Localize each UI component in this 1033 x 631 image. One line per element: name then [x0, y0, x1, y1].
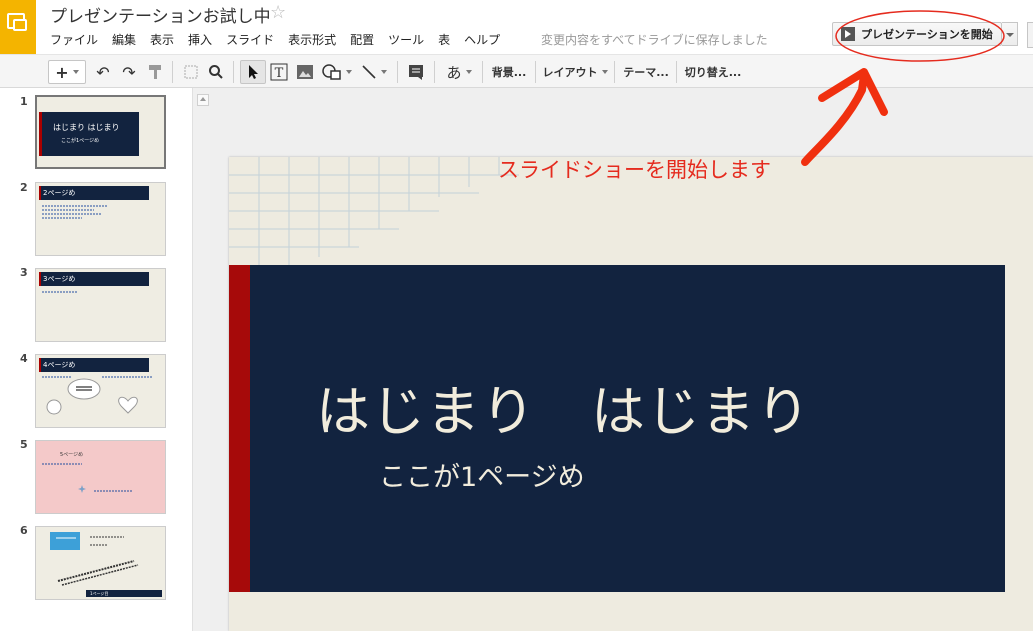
- redo-icon[interactable]: ↷: [118, 60, 140, 84]
- toolbar-divider: [233, 61, 234, 83]
- thumb-red-strip: [39, 272, 41, 286]
- plus-icon: +: [55, 62, 69, 82]
- slide-thumbnail-6[interactable]: 1ページ目: [35, 526, 166, 600]
- thumb-title: はじまり はじまり: [53, 123, 120, 132]
- toolbar-divider: [397, 61, 398, 83]
- thumb-title-box: はじまり はじまり ここが1ページめ: [39, 112, 139, 156]
- background-button[interactable]: 背景...: [488, 60, 530, 84]
- thumb-title: 2ページめ: [39, 186, 149, 200]
- slide-number: 1: [20, 95, 28, 108]
- filmstrip-scrollbar[interactable]: [192, 88, 210, 631]
- thumb-text-lines: [42, 205, 108, 219]
- save-status: 変更内容をすべてドライブに保存しました: [541, 33, 768, 47]
- chevron-down-icon: [72, 70, 79, 74]
- share-button[interactable]: [1027, 22, 1033, 48]
- menu-bar: ファイル 編集 表示 挿入 スライド 表示形式 配置 ツール 表 ヘルプ: [50, 31, 514, 49]
- line-icon[interactable]: [357, 60, 391, 84]
- select-cursor-icon[interactable]: [240, 60, 266, 84]
- slide-thumbnail-1[interactable]: はじまり はじまり ここが1ページめ: [35, 95, 166, 169]
- thumb-red-strip: [39, 186, 41, 200]
- slide-number: 5: [20, 438, 28, 451]
- slide-number: 2: [20, 181, 28, 194]
- toolbar-divider: [535, 61, 536, 83]
- svg-text:T: T: [275, 66, 284, 81]
- slide-red-accent: [229, 265, 250, 592]
- scroll-up-icon[interactable]: [197, 94, 209, 106]
- text-style-button[interactable]: あ: [441, 60, 477, 84]
- menu-view[interactable]: 表示: [150, 31, 174, 49]
- slide-thumbnail-3[interactable]: 3ページめ: [35, 268, 166, 342]
- start-presentation-button[interactable]: プレゼンテーションを開始: [832, 22, 1002, 46]
- undo-icon[interactable]: ↶: [92, 60, 114, 84]
- menu-slide[interactable]: スライド: [226, 31, 274, 49]
- thumb-subtitle: ここが1ページめ: [61, 138, 100, 144]
- thumb-shapes: [42, 463, 132, 493]
- thumb-title: 3ページめ: [39, 272, 149, 286]
- layout-label: レイアウト: [542, 66, 598, 79]
- transition-button[interactable]: 切り替え...: [682, 60, 744, 84]
- menu-table[interactable]: 表: [438, 31, 450, 49]
- slide-number: 4: [20, 352, 28, 365]
- slides-logo-icon[interactable]: [0, 0, 36, 54]
- zoom-icon[interactable]: [205, 60, 227, 84]
- thumb-red-strip: [39, 112, 42, 156]
- new-slide-button[interactable]: +: [48, 60, 86, 84]
- fit-select-icon[interactable]: [180, 60, 202, 84]
- background-label: 背景...: [491, 66, 527, 79]
- slide-subtitle[interactable]: ここが1ページめ: [379, 455, 585, 494]
- layout-button[interactable]: レイアウト: [542, 60, 608, 84]
- chevron-down-icon: [601, 70, 608, 74]
- toolbar-divider: [676, 61, 677, 83]
- slide-thumbnail-2[interactable]: 2ページめ: [35, 182, 166, 256]
- chevron-down-icon: [346, 70, 352, 74]
- slide-thumbnail-5[interactable]: 5ページめ: [35, 440, 166, 514]
- thumb-text-lines: [42, 291, 78, 293]
- menu-tools[interactable]: ツール: [388, 31, 424, 49]
- menu-edit[interactable]: 編集: [112, 31, 136, 49]
- chevron-down-icon: [381, 70, 387, 74]
- toolbar-divider: [614, 61, 615, 83]
- shape-icon[interactable]: [319, 60, 355, 84]
- slide-title[interactable]: はじまり はじまり: [316, 367, 811, 446]
- chevron-down-icon: [465, 70, 472, 74]
- toolbar-divider: [172, 61, 173, 83]
- play-icon: [841, 27, 855, 41]
- thumb-red-strip: [39, 358, 41, 372]
- text-box-icon[interactable]: T: [268, 60, 290, 84]
- toolbar-divider: [434, 61, 435, 83]
- comment-icon[interactable]: [404, 60, 428, 84]
- thumb-footer-text: 1ページ目: [90, 591, 109, 596]
- slide-filmstrip: 1 はじまり はじまり ここが1ページめ 2 2ページめ 3 3ページめ 4 4…: [0, 88, 210, 631]
- toolbar: + ↶ ↷ T あ 背景... レイアウト テーマ... 切り替え...: [0, 54, 1033, 88]
- transition-label: 切り替え...: [684, 66, 742, 79]
- current-slide[interactable]: はじまり はじまり ここが1ページめ: [229, 157, 1033, 631]
- start-presentation-label: プレゼンテーションを開始: [861, 28, 993, 41]
- image-icon[interactable]: [294, 60, 316, 84]
- menu-file[interactable]: ファイル: [50, 31, 98, 49]
- present-options-dropdown[interactable]: [1002, 22, 1018, 46]
- menu-format[interactable]: 表示形式: [288, 31, 336, 49]
- menu-insert[interactable]: 挿入: [188, 31, 212, 49]
- slide-number: 3: [20, 266, 28, 279]
- thumb-shapes: [42, 376, 152, 415]
- thumb-shapes: [56, 536, 139, 586]
- slide-number: 6: [20, 524, 28, 537]
- menu-arrange[interactable]: 配置: [350, 31, 374, 49]
- toolbar-divider: [482, 61, 483, 83]
- theme-label: テーマ...: [623, 66, 669, 79]
- paint-format-icon[interactable]: [144, 60, 166, 84]
- slide-grid-decoration: [229, 157, 519, 265]
- app-header: プレゼンテーションお試し中 ☆ ファイル 編集 表示 挿入 スライド 表示形式 …: [0, 0, 1033, 54]
- menu-help[interactable]: ヘルプ: [464, 31, 500, 49]
- document-title[interactable]: プレゼンテーションお試し中: [50, 2, 271, 27]
- theme-button[interactable]: テーマ...: [620, 60, 672, 84]
- slide-thumbnail-4[interactable]: 4ページめ: [35, 354, 166, 428]
- text-style-label: あ: [446, 63, 462, 82]
- annotation-text: スライドショーを開始します: [498, 158, 771, 182]
- star-icon[interactable]: ☆: [270, 2, 286, 23]
- thumb-title: 4ページめ: [39, 358, 149, 372]
- thumb-title: 5ページめ: [60, 452, 84, 458]
